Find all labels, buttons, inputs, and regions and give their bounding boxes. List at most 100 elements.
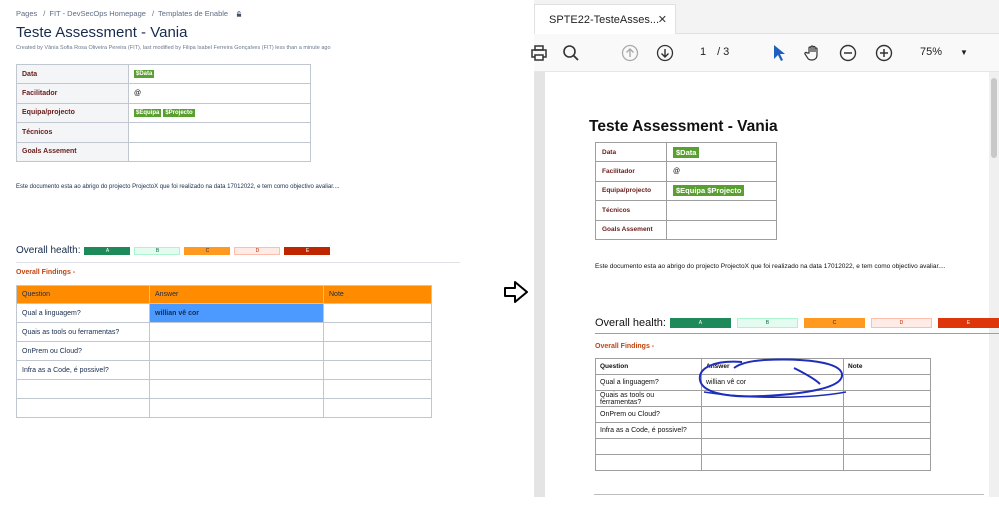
table-cell[interactable] [149,379,324,399]
goals-label: Goals Assement [16,141,129,162]
zoom-select[interactable]: 75% ▼ [920,46,968,58]
facilitador-label: Facilitador [595,161,667,182]
table-cell [701,406,844,423]
table-cell[interactable] [149,341,324,361]
close-icon[interactable]: ✕ [658,13,667,26]
table-row: Goals Assement [595,219,777,240]
table-cell[interactable]: OnPrem ou Cloud? [16,341,150,361]
pdf-toolbar: 1 / 3 75% ▼ [531,34,999,72]
table-cell [843,422,931,439]
table-row: Técnicos [595,200,777,221]
goals-value [666,219,777,240]
tecnicos-value[interactable] [128,122,311,143]
equipa-projecto-placeholder: $Equipa $Projecto [673,185,745,197]
table-cell[interactable] [323,360,432,380]
print-icon[interactable] [528,42,550,64]
health-status-e: E [284,246,331,255]
page-total: / 3 [717,46,730,58]
table-cell[interactable] [323,398,432,418]
table-row: Técnicos [16,122,311,143]
pdf-page-title: Teste Assessment - Vania [589,118,778,135]
tab-bar: SPTE22-TesteAsses... ✕ [534,0,999,34]
breadcrumb-templates[interactable]: Templates de Enable [158,9,228,18]
hand-icon[interactable] [802,42,824,64]
table-row: OnPrem ou Cloud? [16,341,432,361]
goals-label: Goals Assement [595,219,667,240]
header-note[interactable]: Note [323,285,432,304]
table-cell[interactable] [149,398,324,418]
health-status-d: D [234,246,281,255]
breadcrumb: Pages / FIT - DevSecOps Homepage / Templates… [16,9,242,18]
health-status-c: C [803,318,865,328]
table-row: Infra as a Code, é possivel? [16,360,432,380]
tab-pdf-document[interactable]: SPTE22-TesteAsses... ✕ [534,4,676,34]
table-row [16,398,432,418]
scrollbar[interactable] [989,72,999,497]
table-row: Data $Data [16,63,311,85]
health-status-c: C [184,246,231,255]
tecnicos-label: Técnicos [16,122,129,143]
header-question[interactable]: Question [16,285,150,304]
handwritten-circle-annotation [698,358,847,398]
table-row: Goals Assement [16,141,311,162]
divider [16,262,460,263]
table-cell[interactable]: Infra as a Code, é possivel? [16,360,150,380]
overall-health-label: Overall health: [595,317,666,329]
page-title: Teste Assessment - Vania [16,24,188,41]
page-up-icon[interactable] [619,42,641,64]
table-cell[interactable] [16,379,150,399]
table-cell[interactable] [323,303,432,323]
table-cell-selected[interactable]: willian vê cor [149,303,324,323]
table-cell[interactable] [323,322,432,342]
table-cell[interactable] [323,341,432,361]
search-icon[interactable] [560,42,582,64]
table-cell: Quais as tools ou ferramentas? [595,390,702,407]
pdf-viewport[interactable]: Teste Assessment - Vania Data $Data Facil… [534,72,999,497]
table-row: Equipa/projecto $Equipa $Projecto [16,102,311,124]
table-row: Facilitador @ [595,161,777,182]
table-row: Quais as tools ou ferramentas? [16,322,432,342]
scrollbar-thumb[interactable] [991,78,997,158]
zoom-level: 75% [920,46,943,58]
table-cell[interactable]: Quais as tools ou ferramentas? [16,322,150,342]
pdf-overall-findings-heading: Overall Findings - [595,343,655,350]
table-row: OnPrem ou Cloud? [595,406,931,423]
lock-icon[interactable] [236,11,242,17]
zoom-out-icon[interactable] [837,42,859,64]
page-down-icon[interactable] [654,42,676,64]
facilitador-value[interactable]: @ [128,83,311,104]
header-note: Note [843,358,931,375]
table-cell[interactable] [149,360,324,380]
table-cell[interactable] [16,398,150,418]
page-byline: Created by Vânia Sofia Rosa Oliveira Per… [16,45,331,51]
health-status-a: A [669,318,731,328]
table-row [595,454,931,471]
health-status-e: E [937,318,999,328]
table-row: Infra as a Code, é possivel? [595,422,931,439]
breadcrumb-homepage[interactable]: FIT - DevSecOps Homepage [49,9,146,18]
table-row: Equipa/projecto $Equipa $Projecto [595,180,777,202]
table-cell[interactable] [323,379,432,399]
facilitador-value: @ [666,161,777,182]
table-cell [701,438,844,455]
tecnicos-value [666,200,777,221]
page-number-input[interactable]: 1 [692,46,714,58]
select-cursor-icon[interactable] [768,42,790,64]
arrow-right-outline-icon [504,281,528,303]
header-answer[interactable]: Answer [149,285,324,304]
projecto-placeholder: $Projecto [163,108,195,117]
facilitador-label: Facilitador [16,83,129,104]
table-cell[interactable] [149,322,324,342]
table-cell [843,454,931,471]
table-cell [595,454,702,471]
breadcrumb-pages[interactable]: Pages [16,9,37,18]
table-cell[interactable]: Qual a linguagem? [16,303,150,323]
health-status-b: B [736,318,798,328]
goals-value[interactable] [128,141,311,162]
health-status-d: D [870,318,932,328]
table-cell [843,374,931,391]
page-indicator: 1 / 3 [692,46,729,58]
zoom-in-icon[interactable] [873,42,895,64]
header-question: Question [595,358,702,375]
health-status-a: A [84,246,131,255]
